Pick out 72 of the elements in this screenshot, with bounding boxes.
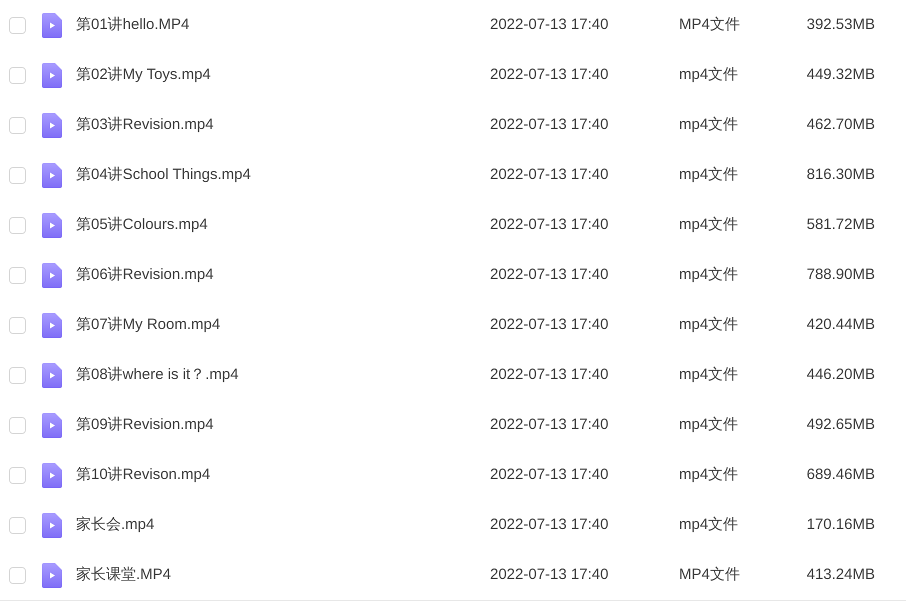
file-name[interactable]: 第03讲Revision.mp4 (76, 114, 476, 136)
video-file-icon (42, 462, 62, 488)
file-size: 392.53MB (806, 14, 875, 35)
checkbox[interactable] (9, 216, 26, 234)
file-name[interactable]: 第10讲Revison.mp4 (76, 464, 476, 486)
video-file-icon (42, 162, 62, 188)
checkbox[interactable] (9, 266, 26, 284)
modified-date: 2022-07-13 17:40 (490, 14, 610, 35)
file-size: 581.72MB (806, 214, 875, 235)
file-type: mp4文件 (679, 414, 740, 435)
video-file-icon (42, 562, 62, 588)
file-type: MP4文件 (679, 14, 741, 35)
modified-date: 2022-07-13 17:40 (490, 114, 610, 135)
file-type: mp4文件 (679, 464, 740, 485)
file-size: 446.20MB (806, 364, 875, 385)
video-file-icon (42, 212, 62, 238)
file-type: mp4文件 (679, 164, 740, 185)
checkbox[interactable] (9, 316, 26, 334)
file-size: 170.16MB (806, 514, 875, 535)
file-name[interactable]: 第02讲My Toys.mp4 (76, 64, 476, 86)
modified-date: 2022-07-13 17:40 (490, 414, 610, 435)
checkbox[interactable] (9, 116, 26, 134)
checkbox[interactable] (9, 466, 26, 484)
modified-date: 2022-07-13 17:40 (490, 314, 610, 335)
checkbox[interactable] (9, 166, 26, 184)
modified-date: 2022-07-13 17:40 (490, 364, 610, 385)
file-size: 420.44MB (806, 314, 875, 335)
video-file-icon (42, 312, 62, 338)
file-type: mp4文件 (679, 64, 740, 85)
file-size: 816.30MB (806, 164, 875, 185)
file-type: mp4文件 (679, 264, 740, 285)
file-name[interactable]: 第08讲where is it？.mp4 (76, 364, 476, 386)
modified-date: 2022-07-13 17:40 (490, 464, 610, 485)
video-file-icon (42, 412, 62, 438)
modified-date: 2022-07-13 17:40 (490, 514, 610, 535)
video-file-icon (42, 12, 62, 38)
file-name[interactable]: 家长课堂.MP4 (76, 564, 476, 586)
file-type: mp4文件 (679, 114, 740, 135)
modified-date: 2022-07-13 17:40 (490, 64, 610, 85)
checkbox[interactable] (9, 366, 26, 384)
video-file-icon (42, 512, 62, 538)
video-file-icon (42, 262, 62, 288)
file-size: 462.70MB (806, 114, 875, 135)
modified-date: 2022-07-13 17:40 (490, 164, 610, 185)
checkbox[interactable] (9, 566, 26, 584)
file-name[interactable]: 第04讲School Things.mp4 (76, 164, 476, 186)
file-size: 449.32MB (806, 64, 875, 85)
file-name[interactable]: 第07讲My Room.mp4 (76, 314, 476, 336)
file-type: MP4文件 (679, 564, 741, 585)
video-file-icon (42, 112, 62, 138)
checkbox[interactable] (9, 516, 26, 534)
file-name[interactable]: 第05讲Colours.mp4 (76, 214, 476, 236)
checkbox[interactable] (9, 16, 26, 34)
file-type: mp4文件 (679, 514, 740, 535)
file-name[interactable]: 第01讲hello.MP4 (76, 14, 476, 36)
file-type: mp4文件 (679, 314, 740, 335)
file-type: mp4文件 (679, 214, 740, 235)
modified-date: 2022-07-13 17:40 (490, 264, 610, 285)
video-file-icon (42, 62, 62, 88)
file-size: 689.46MB (806, 464, 875, 485)
file-size: 492.65MB (806, 414, 875, 435)
file-size: 413.24MB (806, 564, 875, 585)
file-name[interactable]: 家长会.mp4 (76, 514, 476, 536)
file-type: mp4文件 (679, 364, 740, 385)
video-file-icon (42, 362, 62, 388)
file-name[interactable]: 第09讲Revision.mp4 (76, 414, 476, 436)
checkbox[interactable] (9, 416, 26, 434)
modified-date: 2022-07-13 17:40 (490, 214, 610, 235)
checkbox[interactable] (9, 66, 26, 84)
file-size: 788.90MB (806, 264, 875, 285)
file-name[interactable]: 第06讲Revision.mp4 (76, 264, 476, 286)
modified-date: 2022-07-13 17:40 (490, 564, 610, 585)
